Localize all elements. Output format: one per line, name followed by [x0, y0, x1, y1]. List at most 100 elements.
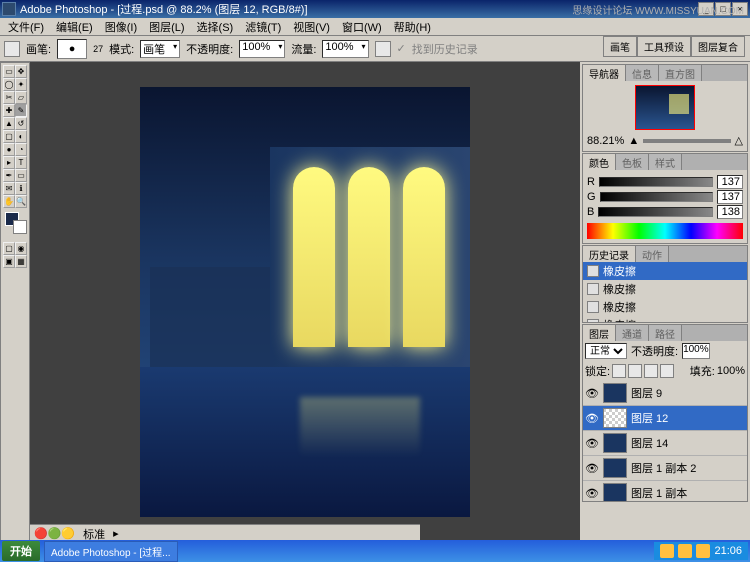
move-tool[interactable]: ✥: [15, 65, 27, 78]
menu-filter[interactable]: 滤镜(T): [239, 17, 287, 37]
wand-tool[interactable]: ✦: [15, 78, 27, 91]
pw-presets[interactable]: 工具预设: [637, 36, 691, 57]
history-item[interactable]: 橡皮擦: [583, 262, 747, 280]
gradient-tool[interactable]: ◐: [15, 130, 27, 143]
navigator-thumbnail[interactable]: [635, 85, 695, 130]
color-swatches[interactable]: [3, 212, 27, 236]
tab-channels[interactable]: 通道: [616, 325, 649, 341]
layer-item[interactable]: 👁图层 12: [583, 406, 747, 431]
menu-view[interactable]: 视图(V): [287, 17, 336, 37]
tab-styles[interactable]: 样式: [649, 154, 682, 170]
eyedropper-tool[interactable]: ℹ: [15, 182, 27, 195]
brush-tool[interactable]: ✎: [15, 104, 27, 117]
tab-history[interactable]: 历史记录: [583, 246, 636, 262]
quickmask-off[interactable]: ▢: [3, 242, 15, 255]
layer-thumbnail[interactable]: [603, 433, 627, 453]
layer-thumbnail[interactable]: [603, 383, 627, 403]
blur-tool[interactable]: ●: [3, 143, 15, 156]
tab-histogram[interactable]: 直方图: [659, 65, 702, 81]
pw-comps[interactable]: 图层复合: [691, 36, 745, 57]
screen-standard[interactable]: ▣: [3, 255, 15, 268]
eraser-tool[interactable]: ▢: [3, 130, 15, 143]
brush-preview[interactable]: ●: [57, 39, 87, 59]
notes-tool[interactable]: ✉: [3, 182, 15, 195]
quickmask-on[interactable]: ◉: [15, 242, 27, 255]
zoom-out-icon[interactable]: ▲: [628, 135, 639, 147]
visibility-icon[interactable]: 👁: [585, 387, 599, 400]
tab-info[interactable]: 信息: [626, 65, 659, 81]
visibility-icon[interactable]: 👁: [585, 487, 599, 500]
g-value[interactable]: 137: [717, 190, 743, 204]
visibility-icon[interactable]: 👁: [585, 462, 599, 475]
tab-layers[interactable]: 图层: [583, 325, 616, 341]
history-item[interactable]: 橡皮擦: [583, 298, 747, 316]
marquee-tool[interactable]: ▭: [3, 65, 15, 78]
start-button[interactable]: 开始: [2, 541, 40, 561]
history-item[interactable]: 橡皮擦: [583, 280, 747, 298]
layer-opacity-value[interactable]: 100%: [682, 343, 710, 359]
pen-tool[interactable]: ✒: [3, 169, 15, 182]
tab-paths[interactable]: 路径: [649, 325, 682, 341]
history-item[interactable]: 橡皮擦: [583, 316, 747, 322]
tray-icon[interactable]: [660, 544, 674, 558]
clock[interactable]: 21:06: [714, 545, 742, 557]
lock-pixels-icon[interactable]: [628, 364, 642, 378]
tool-preset-icon[interactable]: [4, 41, 20, 57]
layer-thumbnail[interactable]: [603, 408, 627, 428]
pw-brushes[interactable]: 画笔: [603, 36, 637, 57]
tray-icon[interactable]: [678, 544, 692, 558]
lock-all-icon[interactable]: [660, 364, 674, 378]
spectrum-picker[interactable]: [587, 223, 743, 239]
nav-zoom-slider[interactable]: [643, 139, 730, 143]
hand-tool[interactable]: ✋: [3, 195, 15, 208]
layer-item[interactable]: 👁图层 9: [583, 381, 747, 406]
taskbar-item[interactable]: Adobe Photoshop - [过程...: [44, 541, 178, 562]
layer-thumbnail[interactable]: [603, 458, 627, 478]
b-slider[interactable]: [598, 207, 713, 217]
lasso-tool[interactable]: ◯: [3, 78, 15, 91]
flow-select[interactable]: 100%: [322, 40, 368, 58]
layer-item[interactable]: 👁图层 14: [583, 431, 747, 456]
heal-tool[interactable]: ✚: [3, 104, 15, 117]
menu-help[interactable]: 帮助(H): [388, 17, 437, 37]
layer-item[interactable]: 👁图层 1 副本 2: [583, 456, 747, 481]
lock-position-icon[interactable]: [644, 364, 658, 378]
slice-tool[interactable]: ▱: [15, 91, 27, 104]
airbrush-icon[interactable]: [375, 41, 391, 57]
tab-actions[interactable]: 动作: [636, 246, 669, 262]
tab-color[interactable]: 颜色: [583, 154, 616, 170]
menu-file[interactable]: 文件(F): [2, 17, 50, 37]
visibility-icon[interactable]: 👁: [585, 437, 599, 450]
tab-navigator[interactable]: 导航器: [583, 65, 626, 81]
blend-mode-select[interactable]: 正常: [585, 343, 627, 359]
document-canvas[interactable]: [140, 87, 470, 517]
mode-select[interactable]: 画笔: [140, 40, 180, 58]
zoom-tool[interactable]: 🔍: [15, 195, 27, 208]
path-tool[interactable]: ▸: [3, 156, 15, 169]
history-brush-tool[interactable]: ↺: [15, 117, 27, 130]
fill-value[interactable]: 100%: [717, 365, 745, 377]
visibility-icon[interactable]: 👁: [585, 412, 599, 425]
r-slider[interactable]: [599, 177, 713, 187]
tab-swatches[interactable]: 色板: [616, 154, 649, 170]
crop-tool[interactable]: ✂: [3, 91, 15, 104]
lock-transparency-icon[interactable]: [612, 364, 626, 378]
dodge-tool[interactable]: ◔: [15, 143, 27, 156]
background-color[interactable]: [13, 220, 27, 234]
menu-window[interactable]: 窗口(W): [336, 17, 388, 37]
opacity-select[interactable]: 100%: [239, 40, 285, 58]
screen-full[interactable]: ▦: [15, 255, 27, 268]
stamp-tool[interactable]: ▲: [3, 117, 15, 130]
layer-thumbnail[interactable]: [603, 483, 627, 501]
layer-item[interactable]: 👁图层 1 副本: [583, 481, 747, 501]
type-tool[interactable]: T: [15, 156, 27, 169]
menu-edit[interactable]: 编辑(E): [50, 17, 99, 37]
g-slider[interactable]: [600, 192, 713, 202]
menu-select[interactable]: 选择(S): [191, 17, 240, 37]
shape-tool[interactable]: ▭: [15, 169, 27, 182]
menu-image[interactable]: 图像(I): [99, 17, 143, 37]
r-value[interactable]: 137: [717, 175, 743, 189]
b-value[interactable]: 138: [717, 205, 743, 219]
zoom-in-icon[interactable]: △: [735, 134, 743, 147]
tray-icon[interactable]: [696, 544, 710, 558]
